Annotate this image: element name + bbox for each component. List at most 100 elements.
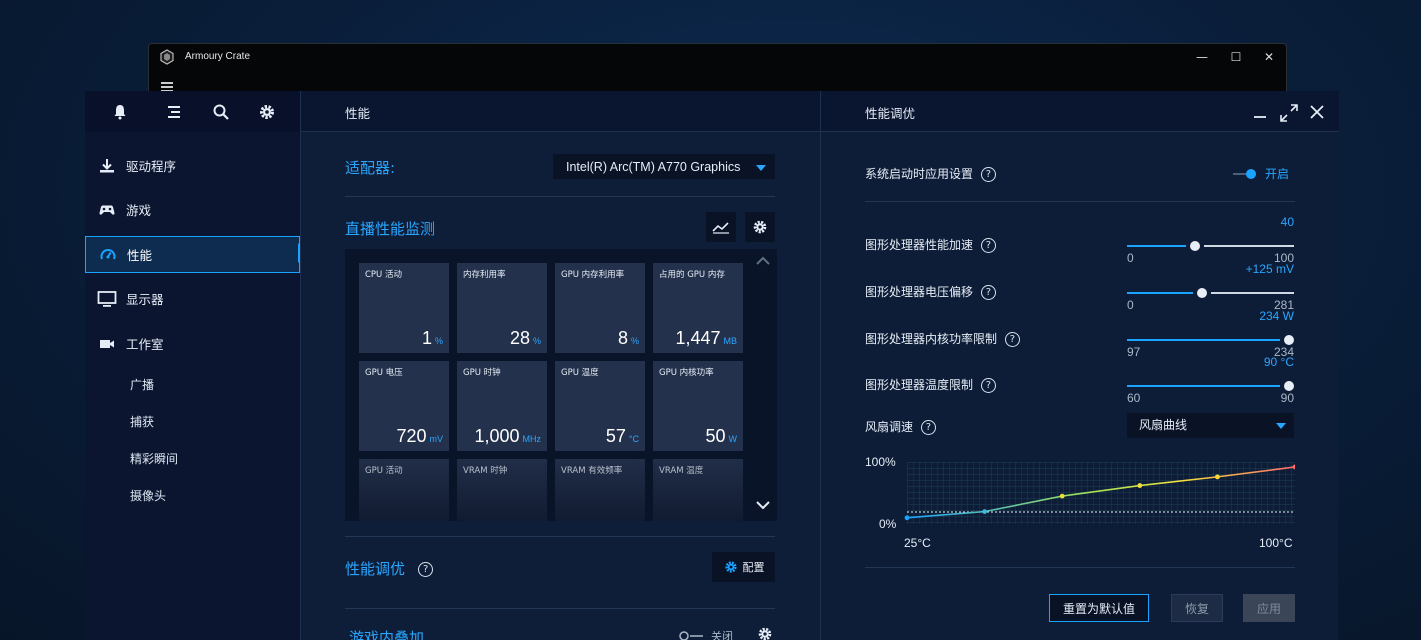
slider-handle[interactable] (1284, 335, 1294, 345)
sidebar-item-label: 性能 (127, 248, 153, 263)
divider (345, 608, 775, 609)
slider-min: 0 (1127, 251, 1134, 265)
x-right-label: 100°C (1259, 536, 1293, 550)
temperature-limit-slider[interactable]: 90 °C 60 90 (1127, 355, 1294, 405)
search-icon[interactable] (210, 101, 232, 123)
slider-label-row: 图形处理器内核功率限制 ? (865, 330, 1020, 347)
sidebar: 驱动程序 游戏 性能 显示器 工作室 广播 捕获 精彩瞬间 摄像头 (85, 91, 306, 640)
fan-curve-point[interactable] (982, 509, 987, 514)
reset-default-button[interactable]: 重置为默认值 (1049, 594, 1149, 622)
metric-label: VRAM 时钟 (463, 466, 508, 476)
sidebar-subitem-broadcast[interactable]: 广播 (130, 376, 154, 393)
fan-label: 风扇调速 (865, 420, 914, 434)
metric-number: 50 (705, 426, 726, 446)
fan-curve-point[interactable] (1215, 474, 1220, 480)
slider-label-row: 图形处理器电压偏移 ? (865, 283, 996, 300)
slider-current-value: 234 W (1259, 309, 1294, 323)
slider-handle[interactable] (1190, 241, 1200, 251)
fan-curve-point[interactable] (904, 515, 910, 521)
fan-curve-point[interactable] (1137, 483, 1143, 488)
overlay-toggle[interactable]: 关闭 (679, 628, 733, 640)
chevron-down-icon[interactable] (755, 499, 771, 511)
chevron-up-icon[interactable] (755, 255, 771, 267)
metric-value: 720 mV (396, 426, 443, 447)
list-filter-icon[interactable] (163, 101, 185, 123)
slider-handle[interactable] (1197, 288, 1207, 298)
download-icon (97, 156, 117, 176)
panel-title: 性能调优 (865, 106, 916, 121)
metric-value: 57 °C (606, 426, 639, 447)
slider-min: 0 (1127, 298, 1134, 312)
startup-setting: 系统启动时应用设置 ? (865, 165, 996, 182)
bell-icon[interactable] (109, 101, 131, 123)
maximize-button[interactable]: ☐ (1219, 46, 1253, 68)
restore-button[interactable]: 恢复 (1171, 594, 1223, 622)
voltage-offset-slider[interactable]: +125 mV 0 281 (1127, 262, 1294, 312)
fan-curve-chart[interactable]: 100% 0% 25°C 100°C (865, 456, 1295, 556)
help-icon[interactable]: ? (980, 378, 996, 393)
metric-tile: 内存利用率 28% (457, 263, 547, 353)
help-icon[interactable]: ? (920, 420, 936, 435)
metric-value: 28% (510, 328, 541, 349)
sidebar-item-drivers[interactable]: 驱动程序 (85, 147, 300, 184)
slider-current-value: +125 mV (1245, 262, 1294, 276)
sidebar-item-display[interactable]: 显示器 (85, 280, 300, 317)
help-icon[interactable]: ? (1004, 332, 1020, 347)
sidebar-item-games[interactable]: 游戏 (85, 191, 300, 228)
minimize-button[interactable]: — (1185, 46, 1219, 68)
sidebar-toolbar (85, 91, 300, 132)
sidebar-subitem-capture[interactable]: 捕获 (130, 413, 154, 430)
core-power-limit-slider[interactable]: 234 W 97 234 (1127, 309, 1294, 359)
gauge-icon (98, 245, 118, 265)
overlay-section-title: 游戏内叠加 (349, 629, 425, 640)
help-icon[interactable]: ? (418, 562, 434, 577)
monitor-settings-button[interactable] (745, 212, 775, 242)
metric-label: 内存利用率 (463, 270, 506, 280)
config-button[interactable]: 配置 (712, 552, 775, 582)
camera-icon (97, 334, 117, 354)
help-icon[interactable]: ? (980, 167, 996, 182)
sidebar-subitem-camera[interactable]: 摄像头 (130, 487, 166, 504)
close-icon[interactable] (1310, 105, 1324, 119)
panel-header: 性能调优 (821, 91, 1339, 132)
tuning-panel: 性能调优 系统启动时应用设置 ? 开启 图形处理器性能加速 ? 40 0 100… (820, 91, 1339, 640)
graphics-app: 驱动程序 游戏 性能 显示器 工作室 广播 捕获 精彩瞬间 摄像头 性能 适配器… (85, 91, 1339, 640)
gear-icon[interactable] (756, 625, 774, 640)
metrics-grid: CPU 活动 1% 内存利用率 28% GPU 内存利用率 8% 占用的 GPU 内存 1,4… (345, 249, 777, 521)
window-title: Armoury Crate (185, 51, 251, 62)
divider (345, 196, 775, 197)
metric-tile: GPU 温度 57 °C (555, 361, 645, 451)
monitor-icon (97, 289, 117, 309)
apply-button[interactable]: 应用 (1243, 594, 1295, 622)
live-monitor-title: 直播性能监测 (345, 220, 436, 238)
metric-value: 8% (618, 328, 639, 349)
tuning-section-title: 性能调优 (345, 560, 406, 578)
adapter-select[interactable]: Intel(R) Arc(TM) A770 Graphics (553, 154, 775, 179)
metric-unit: % (532, 336, 541, 346)
startup-toggle[interactable]: 开启 (1231, 165, 1289, 182)
fan-mode-value: 风扇曲线 (1139, 418, 1188, 432)
close-button[interactable]: ✕ (1252, 46, 1286, 68)
metric-tile: GPU 内核功率 50 W (653, 361, 743, 451)
page-title: 性能 (345, 106, 371, 121)
sidebar-item-studio[interactable]: 工作室 (85, 325, 300, 362)
metric-tile: VRAM 有效频率 (555, 459, 645, 521)
help-icon[interactable]: ? (980, 238, 996, 253)
fan-mode-select[interactable]: 风扇曲线 (1127, 413, 1294, 438)
line-chart-icon (712, 222, 729, 234)
x-left-label: 25°C (904, 536, 931, 550)
expand-icon[interactable] (1279, 103, 1299, 123)
gear-icon[interactable] (256, 101, 278, 123)
divider (865, 201, 1295, 202)
performance-boost-slider[interactable]: 40 0 100 (1127, 215, 1294, 265)
fan-curve-point[interactable] (1059, 493, 1065, 499)
metric-tile: GPU 时钟 1,000 MHz (457, 361, 547, 451)
minimize-icon[interactable] (1253, 105, 1267, 119)
metric-value: 1,447 MB (675, 328, 737, 349)
chart-view-button[interactable] (706, 212, 736, 242)
divider (865, 567, 1295, 568)
sidebar-subitem-highlights[interactable]: 精彩瞬间 (130, 450, 178, 467)
sidebar-item-performance[interactable]: 性能 (85, 236, 300, 273)
help-icon[interactable]: ? (980, 285, 996, 300)
slider-handle[interactable] (1284, 381, 1294, 391)
